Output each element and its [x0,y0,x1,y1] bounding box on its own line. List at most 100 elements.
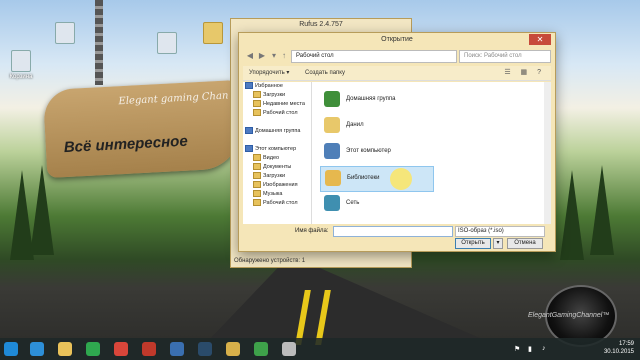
volume-icon[interactable]: ♪ [542,345,546,352]
chevron-down-icon[interactable]: ▾ [269,51,279,61]
nav-pane-item[interactable]: Рабочий стол [243,109,311,118]
nav-pane-label: Изображения [263,182,298,188]
item-label: Сеть [346,200,360,206]
open-dialog: Открытие ✕ ◀ ▶ ▾ ↑ Рабочий стол Поиск: Р… [238,32,556,252]
folder-icon [253,199,261,207]
forward-icon[interactable]: ▶ [257,51,267,61]
file-list-item[interactable]: Этот компьютер [320,140,432,164]
app-icon[interactable] [142,342,156,356]
item-icon [324,91,340,107]
item-icon [325,170,341,186]
nav-pane-item[interactable]: Избранное [243,82,311,91]
desktop-icon-folder[interactable] [196,22,230,46]
address-bar[interactable]: Рабочий стол [291,50,457,63]
folder-icon [253,163,261,171]
folder-icon [253,172,261,180]
filename-field[interactable] [333,226,453,237]
navigation-bar: ◀ ▶ ▾ ↑ Рабочий стол Поиск: Рабочий стол [243,49,551,63]
nav-pane-label: Избранное [255,83,283,89]
item-icon [324,195,340,211]
clock-date: 30.10.2015 [603,349,634,355]
steam-icon[interactable] [198,342,212,356]
rufus-title: Rufus 2.4.757 [299,21,343,28]
app-icon [55,22,75,44]
file-icon [157,32,177,54]
clock-time: 17:59 [618,341,634,347]
toolbar: Упорядочить ▾ Создать папку ☰ ▦ ? [243,66,551,81]
nav-pane-item[interactable]: Загрузки [243,172,311,181]
scrollbar[interactable] [544,82,551,224]
clock[interactable]: 17:59 30.10.2015 [604,340,634,356]
utorrent-icon[interactable] [254,342,268,356]
network-icon[interactable]: ▮ [528,345,532,353]
nav-pane-item[interactable]: Музыка [243,190,311,199]
group-icon [245,127,253,135]
item-label: Библиотеки [347,175,380,181]
nav-pane-item[interactable]: Недавние места [243,100,311,109]
desktop-icon-recycle-bin[interactable]: Корзина [4,50,38,80]
close-button[interactable]: ✕ [529,34,551,45]
nav-pane-item[interactable]: Документы [243,163,311,172]
desktop-icon-label: Корзина [9,74,33,80]
folder-icon [253,109,261,117]
folder-icon [253,181,261,189]
tree [30,165,54,255]
file-list-item[interactable]: Домашняя группа [320,88,432,112]
dialog-title: Открытие [381,36,413,43]
nav-pane-item[interactable] [243,136,311,145]
organize-button[interactable]: Упорядочить ▾ [249,68,289,78]
start-icon[interactable] [4,342,18,356]
file-list-item[interactable]: Данил [320,114,432,138]
navigation-pane: Избранное Загрузки Недавние места Рабочий с… [243,82,312,224]
nav-pane-item[interactable]: Домашняя группа [243,127,311,136]
group-icon [245,82,253,90]
chain-decoration [95,0,103,85]
notification-icon[interactable]: ⚑ [514,345,520,353]
nav-pane-item[interactable]: Изображения [243,181,311,190]
open-button[interactable]: Открыть [455,238,491,249]
file-list-item[interactable]: Сеть [320,192,432,216]
filetype-select[interactable]: ISO-образ (*.iso) [455,226,545,237]
new-folder-button[interactable]: Создать папку [305,68,345,78]
folder-icon[interactable] [226,342,240,356]
open-dropdown-icon[interactable]: ▾ [493,238,503,249]
nav-pane-label: Рабочий стол [263,200,298,206]
chrome-icon[interactable] [114,342,128,356]
group-icon [245,145,253,153]
nav-pane-item[interactable]: Загрузки [243,91,311,100]
nav-pane-label: Рабочий стол [263,110,298,116]
nav-pane-item[interactable] [243,118,311,127]
recycle-bin-icon [11,50,31,72]
nav-pane-item[interactable]: Этот компьютер [243,145,311,154]
nav-pane-label: Загрузки [263,92,286,98]
store-icon[interactable] [86,342,100,356]
desktop-icon-app[interactable] [48,22,82,46]
desktop-icon-file[interactable] [150,32,184,56]
file-list-item[interactable]: Библиотеки [320,166,434,192]
nav-pane-label: Недавние места [263,101,305,107]
nav-pane-label: Этот компьютер [255,146,297,152]
back-icon[interactable]: ◀ [245,51,255,61]
cancel-button[interactable]: Отмена [507,238,543,249]
address-text: Рабочий стол [296,53,334,59]
filetype-value: ISO-образ (*.iso) [458,228,504,234]
item-label: Данил [346,122,364,128]
nav-pane-label: Домашняя группа [255,128,301,134]
app2-icon[interactable] [170,342,184,356]
nav-pane-item[interactable]: Видео [243,154,311,163]
folder-icon [253,91,261,99]
sign-main-text: Всё интересное [63,132,189,157]
dialog-titlebar: Открытие ✕ [239,33,555,47]
item-icon [324,143,340,159]
watermark: ElegantGamingChannel™ [528,312,610,319]
rufus-status: Обнаружено устройств: 1 [234,258,306,264]
sign-top-text: Elegant gaming Chan [118,90,229,108]
explorer-icon[interactable] [58,342,72,356]
view-options-icon[interactable]: ☰ ▦ ? [504,68,545,76]
nav-pane-item[interactable]: Рабочий стол [243,199,311,208]
filename-label: Имя файла: [295,228,329,234]
up-icon[interactable]: ↑ [279,51,289,61]
ie-icon[interactable] [30,342,44,356]
search-input[interactable]: Поиск: Рабочий стол [459,50,551,63]
rufus-icon[interactable] [282,342,296,356]
